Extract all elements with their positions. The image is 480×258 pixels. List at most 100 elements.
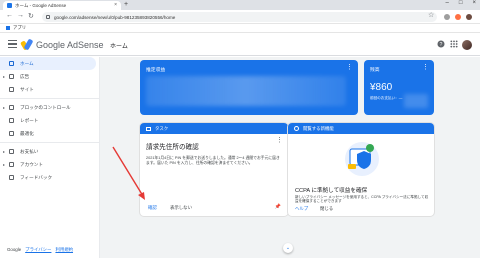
sidebar-item-label: お支払い xyxy=(20,148,39,154)
apps-icon xyxy=(6,26,10,30)
dismiss-button[interactable]: 表示しない xyxy=(170,205,192,211)
menu-icon[interactable] xyxy=(8,40,17,48)
back-icon[interactable]: ← xyxy=(6,12,13,19)
task-title: 請求先住所の確認 xyxy=(146,144,199,151)
new-feature-heading: 閲覧する新機能 xyxy=(303,125,334,131)
sidebar-item-label: レポート xyxy=(20,117,39,123)
account-icon xyxy=(9,162,14,167)
balance-card[interactable]: 残高 ⋮ ¥860 前回のお支払い：― xyxy=(364,60,434,115)
feedback-icon xyxy=(9,175,14,180)
sites-icon xyxy=(9,87,14,92)
sidebar-item-label: ホーム xyxy=(20,60,34,66)
profile-avatar-icon[interactable] xyxy=(466,14,472,20)
card-title: 残高 xyxy=(370,68,380,73)
adsense-favicon-icon xyxy=(7,3,12,8)
sidebar-item-reports[interactable]: レポート xyxy=(0,114,99,127)
extension-icon[interactable] xyxy=(444,14,450,20)
bookmark-apps[interactable]: アプリ xyxy=(13,25,26,31)
help-icon[interactable]: ? xyxy=(437,40,445,50)
new-feature-card: 閲覧する新機能 CCPA に準拠して収益を確保 新しいプライバシー メッセージを… xyxy=(288,123,434,216)
sidebar-footer: Google プライバシー 利用規約 xyxy=(7,247,73,253)
pin-icon[interactable]: 📌 xyxy=(275,204,281,210)
sidebar-item-feedback[interactable]: フィードバック xyxy=(0,171,99,184)
optimization-icon xyxy=(9,131,14,136)
verify-button[interactable]: 確認 xyxy=(148,205,157,211)
sidebar-item-home[interactable]: ホーム xyxy=(0,57,96,70)
new-feature-icon xyxy=(294,126,299,131)
bookmarks-bar: アプリ xyxy=(0,24,480,33)
expand-caret-icon: ▸ xyxy=(3,149,6,154)
task-card-heading: タスク xyxy=(155,125,169,131)
expand-caret-icon: ▸ xyxy=(3,105,6,110)
browser-tab[interactable]: ホーム - Google AdSense × xyxy=(3,1,121,10)
sidebar: ホーム ▸ 広告 サイト ▸ ブロックのコントロール レポート 最適化 ▸ お支… xyxy=(0,57,100,258)
privacy-shield-illustration-icon xyxy=(345,142,379,176)
adsense-logo[interactable]: Google AdSense xyxy=(20,38,104,51)
sidebar-item-payments[interactable]: ▸ お支払い xyxy=(0,145,99,158)
bookmark-star-icon[interactable]: ☆ xyxy=(428,11,434,19)
lock-icon xyxy=(46,15,50,19)
new-feature-body: 新しいプライバシー メッセージを使用すると、CCPA プライバシー法に準拠して収… xyxy=(295,195,429,204)
task-body: 2021年1月4日に PIN を郵送でお送りしました。通常 2～4 週間でお手元… xyxy=(146,156,280,165)
estimated-earnings-card[interactable]: 推定収益 ⋮ xyxy=(140,60,358,115)
expand-caret-icon: ▸ xyxy=(3,162,6,167)
app-header: Google AdSense ホーム ? xyxy=(0,34,480,56)
sidebar-item-label: フィードバック xyxy=(20,174,53,180)
terms-link[interactable]: 利用規約 xyxy=(55,247,73,253)
more-vert-icon[interactable]: ⋮ xyxy=(346,64,353,71)
tab-close-icon[interactable]: × xyxy=(114,2,117,8)
sidebar-item-label: 広告 xyxy=(20,73,30,79)
url-text: google.com/adsense/new/u/0/pub-981235893… xyxy=(54,14,176,20)
home-icon xyxy=(9,61,14,66)
divider xyxy=(0,98,99,99)
task-icon xyxy=(146,126,151,131)
ads-icon xyxy=(9,74,14,79)
forward-icon[interactable]: → xyxy=(17,12,24,19)
sidebar-item-label: アカウント xyxy=(20,161,43,167)
sidebar-item-blocking-controls[interactable]: ▸ ブロックのコントロール xyxy=(0,101,99,114)
sidebar-item-optimization[interactable]: 最適化 xyxy=(0,127,99,140)
sidebar-item-account[interactable]: ▸ アカウント xyxy=(0,158,99,171)
card-title: 推定収益 xyxy=(146,68,166,73)
window-controls: – □ × xyxy=(446,0,476,6)
divider xyxy=(0,142,99,143)
new-tab-button[interactable]: + xyxy=(124,1,128,8)
minimize-icon[interactable]: – xyxy=(446,0,449,6)
maximize-icon[interactable]: □ xyxy=(459,0,463,6)
avatar[interactable] xyxy=(462,40,472,50)
more-vert-icon[interactable]: ⋮ xyxy=(422,64,429,71)
scroll-down-icon[interactable]: ⌄ xyxy=(283,243,293,253)
address-bar[interactable]: google.com/adsense/new/u/0/pub-981235893… xyxy=(42,12,437,22)
sidebar-item-label: 最適化 xyxy=(20,130,34,136)
privacy-link[interactable]: プライバシー xyxy=(25,247,51,253)
main-content: 推定収益 ⋮ 残高 ⋮ ¥860 前回のお支払い：― タスク ⋮ 請求先住所の確… xyxy=(100,57,480,258)
blurred-earnings-figures xyxy=(146,76,346,106)
sidebar-item-label: ブロックのコントロール xyxy=(20,104,71,110)
browser-tabstrip: ホーム - Google AdSense × + – □ × xyxy=(0,0,480,10)
new-feature-title: CCPA に準拠して収益を確保 xyxy=(295,188,368,194)
task-card-header: タスク xyxy=(140,123,288,134)
block-icon xyxy=(9,105,14,110)
apps-grid-icon[interactable] xyxy=(450,40,458,50)
sidebar-item-sites[interactable]: サイト xyxy=(0,83,99,96)
footer-google: Google xyxy=(7,247,22,252)
reload-icon[interactable]: ↻ xyxy=(28,12,34,20)
balance-value: ¥860 xyxy=(370,82,393,93)
help-glyph: ? xyxy=(440,42,443,48)
task-card: タスク ⋮ 請求先住所の確認 2021年1月4日に PIN を郵送でお送りしまし… xyxy=(140,123,288,216)
extension-icon[interactable] xyxy=(455,14,461,20)
sidebar-item-label: サイト xyxy=(20,86,34,92)
sidebar-item-ads[interactable]: ▸ 広告 xyxy=(0,70,99,83)
tab-title: ホーム - Google AdSense xyxy=(15,2,67,8)
adsense-mark-icon xyxy=(20,38,34,51)
close-button[interactable]: 閉じる xyxy=(320,206,333,212)
help-link[interactable]: ヘルプ xyxy=(295,206,308,212)
brand-name: Google AdSense xyxy=(36,39,104,50)
reports-icon xyxy=(9,118,14,123)
last-payment-text: 前回のお支払い：― xyxy=(370,96,403,100)
close-window-icon[interactable]: × xyxy=(472,0,476,6)
new-feature-card-header: 閲覧する新機能 xyxy=(288,123,434,134)
browser-toolbar: ← → ↻ google.com/adsense/new/u/0/pub-981… xyxy=(0,10,480,24)
more-vert-icon[interactable]: ⋮ xyxy=(276,137,283,144)
blurred-payment-figure xyxy=(404,94,428,108)
